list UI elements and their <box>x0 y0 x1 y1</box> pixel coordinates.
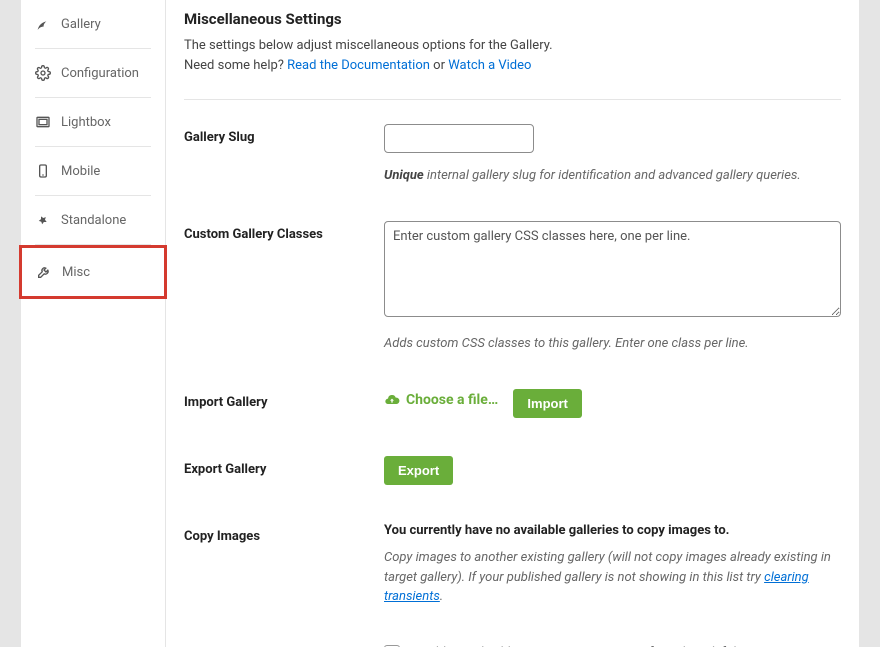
custom-classes-textarea[interactable] <box>384 221 841 317</box>
import-button[interactable]: Import <box>513 389 581 418</box>
copy-images-helper: Copy images to another existing gallery … <box>384 548 841 607</box>
sidebar-item-label: Mobile <box>61 164 100 179</box>
sidebar-item-label: Configuration <box>61 66 139 81</box>
sidebar-item-configuration[interactable]: Configuration <box>21 49 165 97</box>
cloud-upload-icon <box>384 392 400 408</box>
copy-images-label: Copy Images <box>184 523 384 607</box>
divider <box>184 99 841 100</box>
sidebar-item-misc[interactable]: Misc <box>19 245 167 299</box>
leaf-icon <box>35 16 51 32</box>
sidebar-item-label: Gallery <box>61 17 101 32</box>
wrench-icon <box>36 264 52 280</box>
documentation-link[interactable]: Read the Documentation <box>287 58 430 73</box>
sidebar-item-label: Lightbox <box>61 115 111 130</box>
sidebar-item-gallery[interactable]: Gallery <box>21 0 165 48</box>
standalone-icon <box>35 212 51 228</box>
export-button[interactable]: Export <box>384 456 453 485</box>
custom-classes-helper: Adds custom CSS classes to this gallery.… <box>384 336 841 351</box>
settings-sidebar: Gallery Configuration Lightbox <box>21 0 166 647</box>
gallery-slug-label: Gallery Slug <box>184 124 384 183</box>
video-link[interactable]: Watch a Video <box>448 58 531 73</box>
lightbox-icon <box>35 114 51 130</box>
gear-icon <box>35 65 51 81</box>
choose-file-button[interactable]: Choose a file… <box>384 392 498 408</box>
sidebar-item-label: Standalone <box>61 213 126 228</box>
page-title: Miscellaneous Settings <box>184 10 841 28</box>
copy-images-status: You currently have no available gallerie… <box>384 523 841 538</box>
sidebar-item-mobile[interactable]: Mobile <box>21 147 165 195</box>
sidebar-item-lightbox[interactable]: Lightbox <box>21 98 165 146</box>
custom-classes-label: Custom Gallery Classes <box>184 221 384 351</box>
gallery-slug-input[interactable] <box>384 124 534 153</box>
sidebar-item-label: Misc <box>62 265 90 280</box>
gallery-slug-helper: Unique internal gallery slug for identif… <box>384 168 841 183</box>
settings-main: Miscellaneous Settings The settings belo… <box>166 0 859 647</box>
page-subtitle: The settings below adjust miscellaneous … <box>184 36 841 75</box>
export-gallery-label: Export Gallery <box>184 456 384 485</box>
mobile-icon <box>35 163 51 179</box>
import-gallery-label: Import Gallery <box>184 389 384 418</box>
sidebar-item-standalone[interactable]: Standalone <box>21 196 165 244</box>
